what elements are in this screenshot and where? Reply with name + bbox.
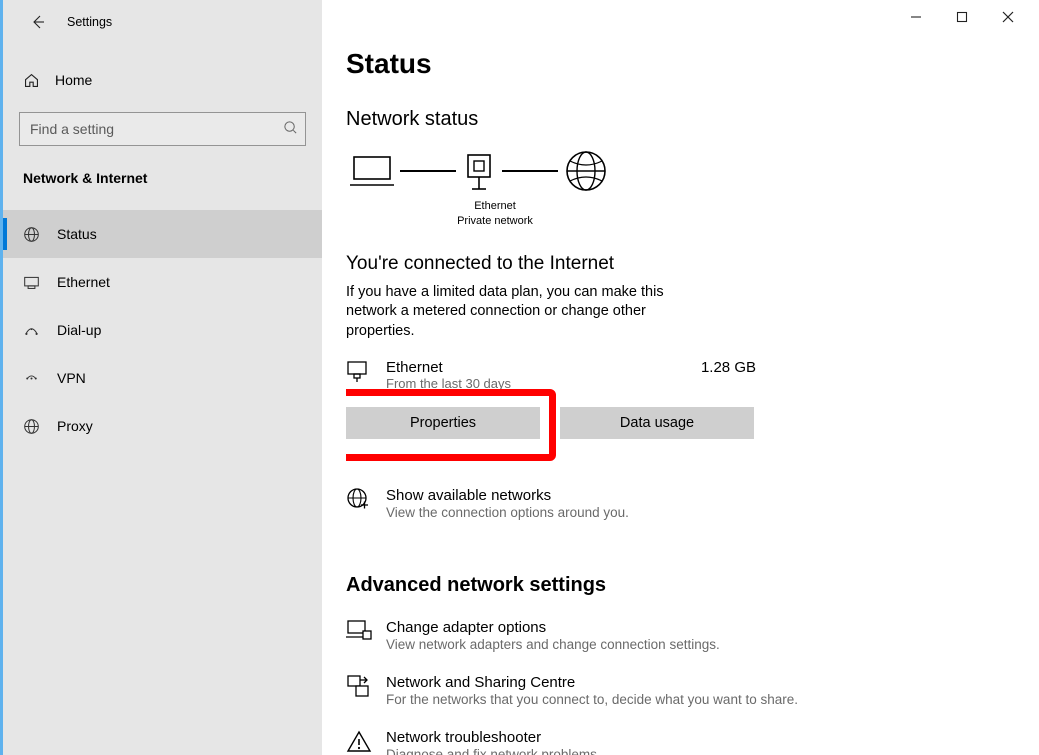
sidebar-item-label: Ethernet (57, 274, 110, 290)
home-icon (23, 72, 49, 89)
sidebar: Settings Home Network & Internet Status (3, 0, 322, 755)
sidebar-category: Network & Internet (3, 146, 322, 186)
show-available-networks[interactable]: Show available networks View the connect… (346, 487, 1019, 520)
diagram-adapter-label: Ethernet (410, 199, 580, 214)
computer-icon (350, 151, 394, 191)
adapter-usage: 1.28 GB (701, 359, 756, 376)
back-button[interactable] (21, 5, 55, 39)
router-icon (462, 151, 496, 191)
sidebar-nav: Status Ethernet Dial-up VPN (3, 210, 322, 450)
sidebar-home[interactable]: Home (3, 58, 322, 102)
change-adapter-options[interactable]: Change adapter options View network adap… (346, 619, 1019, 652)
dialup-icon (23, 322, 51, 339)
maximize-button[interactable] (939, 2, 985, 32)
list-item-title: Show available networks (386, 487, 629, 504)
sidebar-item-ethernet[interactable]: Ethernet (3, 258, 322, 306)
vpn-icon (23, 370, 51, 387)
sharing-centre-icon (346, 674, 380, 703)
sidebar-item-status[interactable]: Status (3, 210, 322, 258)
adapter-icon (346, 359, 378, 386)
network-diagram (350, 149, 1019, 193)
globe-small-icon (346, 487, 380, 514)
content-scroll[interactable]: Status Network status Ethernet Private n… (346, 44, 1019, 755)
list-item-sub: View network adapters and change connect… (386, 637, 720, 652)
list-item-sub: View the connection options around you. (386, 505, 629, 520)
data-usage-button[interactable]: Data usage (560, 407, 754, 439)
ethernet-icon (23, 274, 51, 291)
sidebar-item-proxy[interactable]: Proxy (3, 402, 322, 450)
page-title: Status (346, 48, 1019, 80)
sidebar-item-vpn[interactable]: VPN (3, 354, 322, 402)
properties-button[interactable]: Properties (346, 407, 540, 439)
search-input[interactable] (19, 112, 306, 146)
adapter-subtext: From the last 30 days (386, 376, 701, 391)
sidebar-item-label: Dial-up (57, 322, 101, 338)
connected-heading: You're connected to the Internet (346, 253, 1019, 275)
network-status-heading: Network status (346, 108, 1019, 131)
sidebar-home-label: Home (55, 72, 92, 88)
network-sharing-centre[interactable]: Network and Sharing Centre For the netwo… (346, 674, 1019, 707)
network-troubleshooter[interactable]: Network troubleshooter Diagnose and fix … (346, 729, 1019, 755)
diagram-network-label: Private network (410, 214, 580, 229)
troubleshooter-icon (346, 729, 380, 755)
list-item-sub: For the networks that you connect to, de… (386, 692, 798, 707)
list-item-title: Change adapter options (386, 619, 720, 636)
sidebar-item-label: Status (57, 226, 97, 242)
globe-icon (564, 149, 608, 193)
advanced-heading: Advanced network settings (346, 574, 1019, 597)
adapter-row: Ethernet From the last 30 days 1.28 GB (346, 359, 756, 391)
list-item-title: Network troubleshooter (386, 729, 601, 746)
close-button[interactable] (985, 2, 1031, 32)
minimize-button[interactable] (893, 2, 939, 32)
list-item-title: Network and Sharing Centre (386, 674, 798, 691)
adapter-name: Ethernet (386, 359, 701, 376)
sidebar-item-label: Proxy (57, 418, 93, 434)
status-icon (23, 226, 51, 243)
list-item-sub: Diagnose and fix network problems. (386, 747, 601, 755)
sidebar-item-dialup[interactable]: Dial-up (3, 306, 322, 354)
link-line (502, 170, 558, 172)
connected-desc: If you have a limited data plan, you can… (346, 283, 716, 342)
window-title: Settings (67, 15, 112, 29)
adapter-options-icon (346, 619, 380, 646)
main-area: Status Network status Ethernet Private n… (322, 0, 1039, 755)
link-line (400, 170, 456, 172)
search-icon (283, 120, 298, 138)
diagram-labels: Ethernet Private network (410, 199, 580, 229)
sidebar-item-label: VPN (57, 370, 86, 386)
proxy-icon (23, 418, 51, 435)
